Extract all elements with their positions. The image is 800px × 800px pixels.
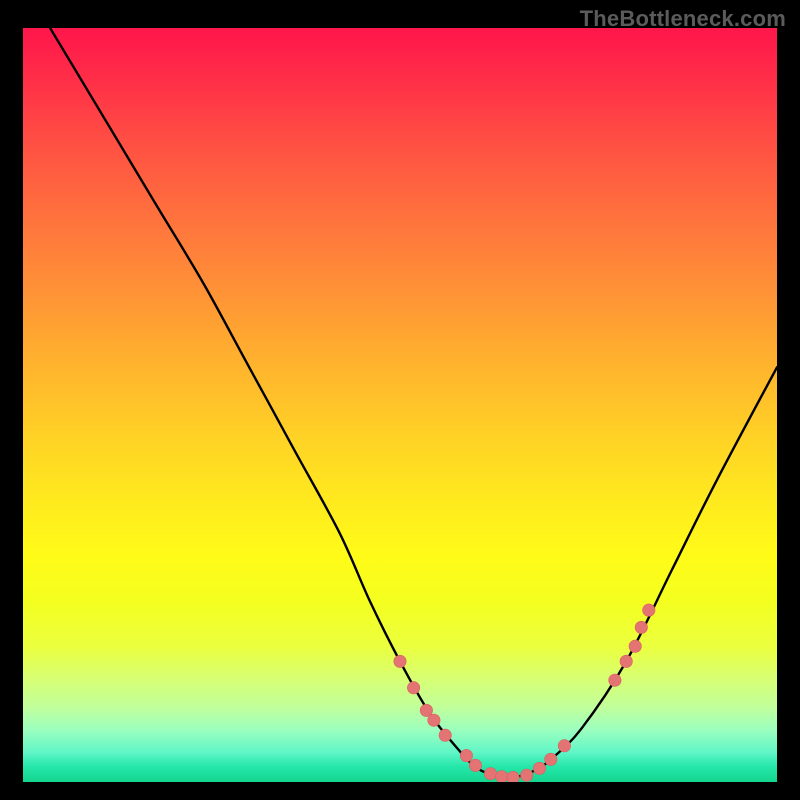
data-point [428, 714, 440, 726]
bottleneck-curve [50, 28, 777, 778]
marker-group [394, 604, 655, 782]
data-point [460, 749, 472, 761]
data-point [620, 655, 632, 667]
data-point [643, 604, 655, 616]
data-point [469, 759, 481, 771]
data-point [533, 762, 545, 774]
data-point [635, 621, 647, 633]
data-point [407, 682, 419, 694]
data-point [629, 640, 641, 652]
chart-svg [23, 28, 777, 782]
data-point [484, 768, 496, 780]
watermark-text: TheBottleneck.com [580, 6, 786, 32]
data-point [439, 729, 451, 741]
data-point [609, 674, 621, 686]
data-point [558, 740, 570, 752]
data-point [394, 655, 406, 667]
data-point [507, 771, 519, 782]
chart-frame: TheBottleneck.com [0, 0, 800, 800]
plot-area [23, 28, 777, 782]
data-point [521, 769, 533, 781]
data-point [545, 753, 557, 765]
data-point [496, 771, 508, 783]
